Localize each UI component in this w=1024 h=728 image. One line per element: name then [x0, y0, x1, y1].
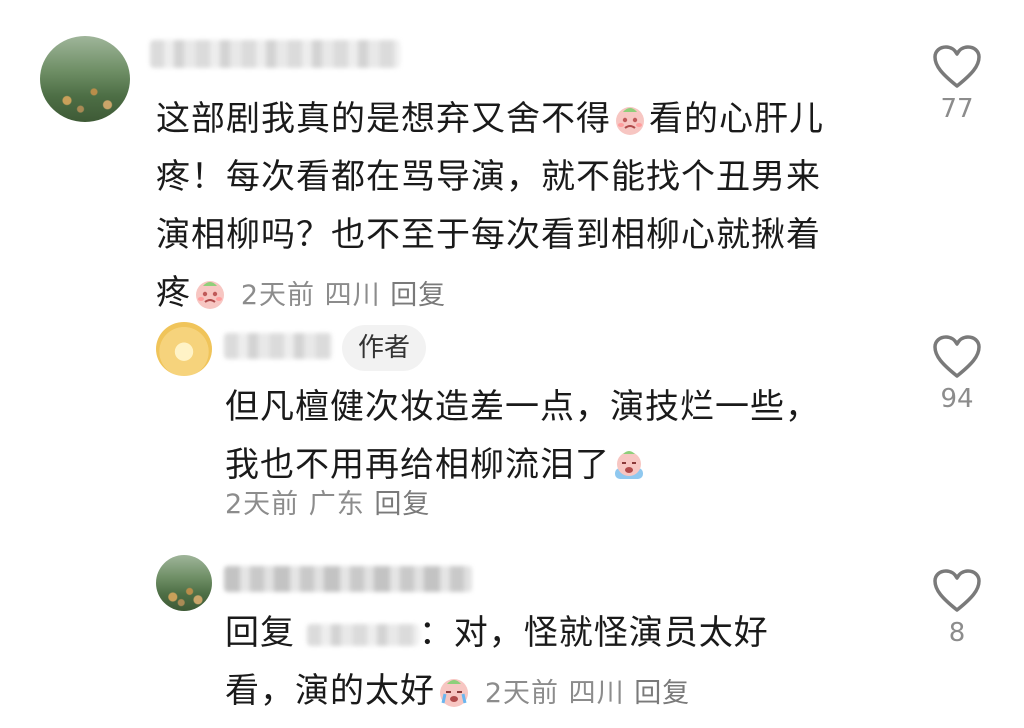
- crying-peach-emoji: [616, 107, 644, 135]
- timestamp: 2天前: [240, 280, 315, 311]
- comment-meta: 2天前 四川 回复: [485, 678, 690, 709]
- sobbing-peach-emoji: [440, 679, 468, 707]
- mentioned-user-blurred[interactable]: [306, 623, 419, 646]
- comment-meta: 2天前 广东 回复: [225, 488, 430, 522]
- crying-peach-emoji: [196, 281, 224, 309]
- username-blurred[interactable]: [150, 40, 400, 68]
- reply-prefix: 回复: [225, 613, 295, 653]
- comment-text: 这部剧我真的是想弃又舍不得 看的心肝儿 疼！每次看都在骂导演，就不能找个丑男来 演…: [156, 99, 824, 313]
- like-count: 8: [948, 618, 966, 648]
- like-count: 77: [940, 94, 974, 124]
- like-button[interactable]: 94: [922, 334, 992, 414]
- avatar[interactable]: [156, 322, 212, 376]
- like-button[interactable]: 8: [922, 568, 992, 648]
- comment-meta: 2天前 四川 回复: [241, 280, 446, 311]
- like-count: 94: [940, 384, 974, 414]
- comment-text: 但凡檀健次妆造差一点，演技烂一些， 我也不用再给相柳流泪了: [225, 387, 820, 485]
- heart-outline-icon: [933, 569, 981, 612]
- heart-outline-icon: [933, 45, 981, 88]
- like-button[interactable]: 77: [922, 44, 992, 124]
- reply-button[interactable]: 回复: [390, 280, 446, 311]
- author-badge: 作者: [342, 325, 427, 371]
- avatar[interactable]: [156, 555, 212, 611]
- avatar[interactable]: [40, 36, 130, 122]
- location: 四川: [324, 280, 381, 311]
- heart-outline-icon: [933, 335, 981, 378]
- username-blurred[interactable]: [224, 566, 472, 592]
- timestamp: 2天前: [484, 678, 559, 709]
- location: 四川: [568, 678, 625, 709]
- comment-text: 回复 ：对，怪就怪演员太好 看，演的太好 2天前 四川 回复: [225, 613, 769, 711]
- reply-button[interactable]: 回复: [634, 678, 690, 709]
- sobbing-peach-emoji: [615, 451, 643, 479]
- username-blurred[interactable]: [224, 333, 332, 359]
- timestamp: 2天前: [225, 489, 300, 520]
- location: 广东: [308, 489, 365, 520]
- reply-button[interactable]: 回复: [374, 489, 430, 520]
